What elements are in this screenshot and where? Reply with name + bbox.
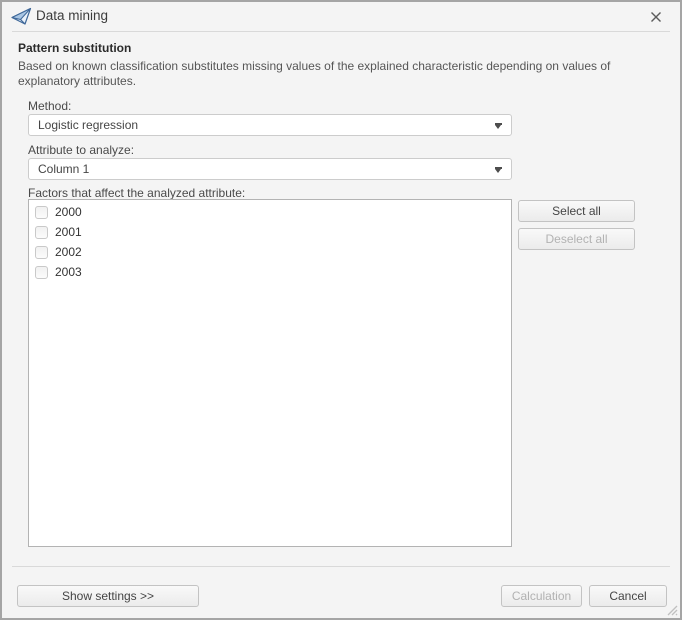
attribute-dropdown[interactable]: Column 1 (28, 158, 512, 180)
factor-checkbox[interactable] (35, 226, 48, 239)
method-dropdown-value: Logistic regression (38, 118, 138, 132)
factors-label: Factors that affect the analyzed attribu… (28, 186, 245, 200)
list-item[interactable]: 2002 (29, 243, 511, 263)
description-text: Based on known classification substitute… (18, 59, 668, 89)
chevron-down-icon (494, 166, 503, 174)
close-icon[interactable] (648, 9, 664, 25)
list-item[interactable]: 2001 (29, 223, 511, 243)
factor-label: 2003 (55, 265, 82, 279)
footer-separator (12, 566, 670, 567)
paper-plane-icon (11, 7, 32, 26)
factor-checkbox[interactable] (35, 266, 48, 279)
attribute-dropdown-value: Column 1 (38, 162, 89, 176)
chevron-down-icon (494, 122, 503, 130)
data-mining-dialog: Data mining Pattern substitution Based o… (0, 0, 682, 620)
show-settings-button[interactable]: Show settings >> (17, 585, 199, 607)
cancel-button[interactable]: Cancel (589, 585, 667, 607)
page-title: Pattern substitution (18, 41, 131, 55)
titlebar-separator (12, 31, 670, 32)
calculation-button[interactable]: Calculation (501, 585, 582, 607)
factor-checkbox[interactable] (35, 246, 48, 259)
factors-listbox[interactable]: 2000 2001 2002 2003 (28, 199, 512, 547)
factor-label: 2000 (55, 205, 82, 219)
select-all-button[interactable]: Select all (518, 200, 635, 222)
factor-checkbox[interactable] (35, 206, 48, 219)
attribute-label: Attribute to analyze: (28, 143, 134, 157)
window-title: Data mining (36, 8, 108, 23)
resize-grip-icon[interactable] (665, 603, 678, 616)
deselect-all-button[interactable]: Deselect all (518, 228, 635, 250)
factor-label: 2002 (55, 245, 82, 259)
factor-label: 2001 (55, 225, 82, 239)
method-dropdown[interactable]: Logistic regression (28, 114, 512, 136)
list-item[interactable]: 2000 (29, 203, 511, 223)
list-item[interactable]: 2003 (29, 263, 511, 283)
method-label: Method: (28, 99, 71, 113)
titlebar: Data mining (2, 2, 680, 31)
